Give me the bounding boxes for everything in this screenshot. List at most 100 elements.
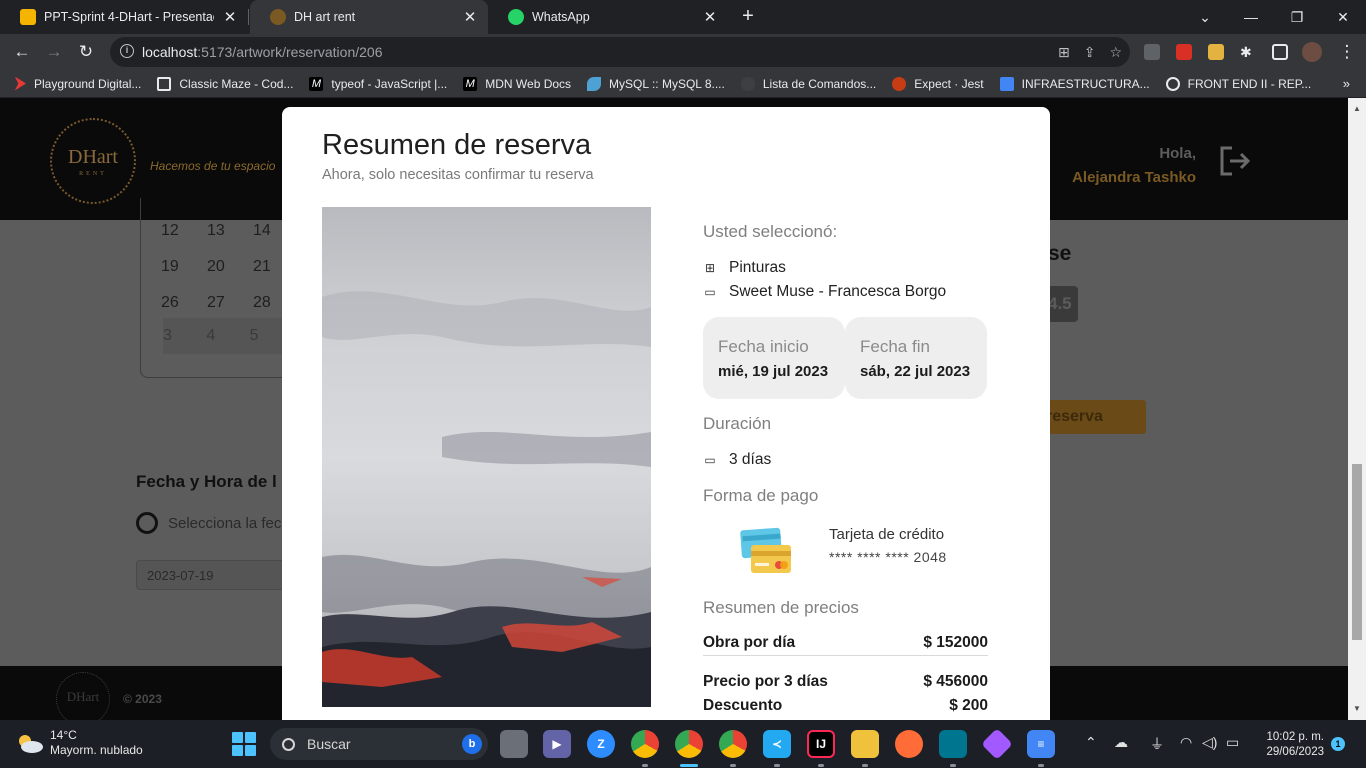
mdn-icon: M xyxy=(309,76,324,91)
stopwatch-icon xyxy=(136,512,158,534)
profile-avatar[interactable] xyxy=(1302,42,1322,62)
tab-dh-art-rent[interactable]: DH art rent ✕ xyxy=(250,0,488,34)
extensions-puzzle-icon[interactable]: ✱ xyxy=(1240,44,1256,60)
reserve-button[interactable]: reserva xyxy=(1036,400,1146,434)
scroll-up-arrow-icon[interactable]: ▲ xyxy=(1353,104,1361,113)
bookmark-item[interactable]: INFRAESTRUCTURA... xyxy=(999,76,1150,91)
new-tab-plus-icon[interactable]: + xyxy=(738,6,758,26)
extension-yellow-icon[interactable] xyxy=(1208,44,1224,60)
bookmark-item[interactable]: Lista de Comandos... xyxy=(740,76,876,91)
forward-arrow-icon[interactable]: → xyxy=(41,39,67,65)
copyright: © 2023 xyxy=(123,692,162,706)
search-icon xyxy=(282,737,295,751)
notification-badge[interactable]: 1 xyxy=(1331,737,1345,751)
site-info-icon[interactable]: i xyxy=(120,44,134,58)
translate-icon[interactable]: ⊞ xyxy=(1058,44,1070,61)
microphone-icon[interactable]: ⏚ xyxy=(1150,734,1164,754)
archive-box-icon: ▭ xyxy=(704,285,716,299)
zoom-icon[interactable]: Z xyxy=(587,730,615,758)
extension-red-icon[interactable] xyxy=(1176,44,1192,60)
bookmark-item[interactable]: Mtypeof - JavaScript |... xyxy=(309,76,447,91)
running-indicator xyxy=(774,764,780,767)
price-row: Descuento $ 200 xyxy=(703,697,988,714)
modal-subtitle: Ahora, solo necesitas confirmar tu reser… xyxy=(322,167,594,183)
price-row: Obra por día $ 152000 xyxy=(703,634,988,651)
mysql-workbench-icon[interactable] xyxy=(939,730,967,758)
bookmarks-bar: Playground Digital... Classic Maze - Cod… xyxy=(0,70,1366,98)
bing-icon[interactable]: b xyxy=(462,734,482,754)
tab-search-chevron-icon[interactable]: ⌄ xyxy=(1182,0,1228,34)
calendar-week: 345 xyxy=(163,318,293,354)
duration-label: Duración xyxy=(703,414,772,433)
taskbar: 14°C Mayorm. nublado Buscar b ▶ Z ≺ IJ ≡… xyxy=(0,720,1366,768)
tab-presentation[interactable]: PPT-Sprint 4-DHart - Presentación ✕ xyxy=(0,0,248,34)
chrome-icon[interactable] xyxy=(719,730,747,758)
dhart-favicon-icon xyxy=(270,9,286,25)
minimize-icon[interactable]: — xyxy=(1228,0,1274,34)
volume-icon[interactable]: ◁) xyxy=(1202,734,1217,751)
bookmark-item[interactable]: Playground Digital... xyxy=(12,76,141,91)
chrome-profile-icon[interactable] xyxy=(675,730,703,758)
bookmark-item[interactable]: MySQL :: MySQL 8.... xyxy=(587,76,725,91)
close-tab-icon[interactable]: ✕ xyxy=(462,8,478,26)
taskbar-search[interactable]: Buscar b xyxy=(270,728,488,760)
maximize-icon[interactable]: ❐ xyxy=(1274,0,1320,34)
cloudy-weather-icon xyxy=(19,735,43,753)
bookmark-item[interactable]: M MDN Web Docs xyxy=(463,76,571,91)
address-bar[interactable]: i localhost:5173/artwork/reservation/206… xyxy=(110,37,1130,67)
playground-icon xyxy=(14,76,26,91)
extension-grey-icon[interactable] xyxy=(1144,44,1160,60)
running-indicator xyxy=(862,764,868,767)
bookmark-item[interactable]: FRONT END II - REP... xyxy=(1165,76,1311,91)
availability-calendar: 12 13 14 19 20 21 26 27 28 345 xyxy=(140,198,293,378)
onedrive-cloud-icon[interactable]: ☁ xyxy=(1114,734,1128,751)
reservation-summary-modal: Resumen de reserva Ahora, solo necesitas… xyxy=(282,107,1050,720)
chrome-icon[interactable] xyxy=(631,730,659,758)
date-input[interactable]: 2023-07-19 xyxy=(136,560,286,590)
notes-icon[interactable]: ≡ xyxy=(1027,730,1055,758)
bookmark-item[interactable]: Expect · Jest xyxy=(892,76,984,91)
bookmark-item[interactable]: Classic Maze - Cod... xyxy=(157,76,293,91)
side-panel-icon[interactable] xyxy=(1272,44,1288,60)
close-tab-icon[interactable]: ✕ xyxy=(702,8,718,26)
show-hidden-icons-chevron-icon[interactable]: ⌃ xyxy=(1085,734,1097,751)
share-icon[interactable]: ⇪ xyxy=(1084,44,1096,61)
weather-widget[interactable]: 14°C Mayorm. nublado xyxy=(16,728,143,758)
close-window-icon[interactable]: ✕ xyxy=(1320,0,1366,34)
teams-chat-icon[interactable]: ▶ xyxy=(543,730,571,758)
vscode-icon[interactable]: ≺ xyxy=(763,730,791,758)
calendar-week: 26 27 28 xyxy=(161,294,271,311)
docs-icon xyxy=(999,76,1014,91)
scrollbar-thumb[interactable] xyxy=(1352,464,1362,640)
system-clock[interactable]: 10:02 p. m. 29/06/2023 xyxy=(1258,730,1324,760)
back-arrow-icon[interactable]: ← xyxy=(9,39,35,65)
category-line: ⊞ Pinturas xyxy=(704,259,786,276)
category-grid-icon: ⊞ xyxy=(704,261,716,275)
scroll-down-arrow-icon[interactable]: ▼ xyxy=(1353,704,1361,713)
slides-icon xyxy=(20,9,36,25)
whatsapp-icon xyxy=(508,9,524,25)
bookmark-star-icon[interactable]: ☆ xyxy=(1109,44,1122,61)
price-row: Precio por 3 días $ 456000 xyxy=(703,673,988,690)
end-date-box: Fecha fin sáb, 22 jul 2023 xyxy=(845,317,987,399)
windows-start-icon[interactable] xyxy=(232,732,256,756)
maze-icon xyxy=(157,76,172,91)
postman-icon[interactable] xyxy=(895,730,923,758)
task-view-icon[interactable] xyxy=(500,730,528,758)
more-bookmarks-chevron-icon[interactable]: » xyxy=(1343,76,1350,91)
wifi-icon[interactable]: ◠ xyxy=(1180,734,1192,751)
mdn-icon: M xyxy=(463,76,478,91)
file-explorer-icon[interactable] xyxy=(851,730,879,758)
reload-icon[interactable]: ↻ xyxy=(73,39,99,65)
calendar-week: 19 20 21 xyxy=(161,258,271,275)
battery-icon[interactable]: ▭ xyxy=(1226,734,1239,751)
site-logo[interactable]: DHart RENT xyxy=(50,118,136,204)
price-divider xyxy=(703,655,988,656)
close-tab-icon[interactable]: ✕ xyxy=(222,8,238,26)
logout-icon[interactable] xyxy=(1218,144,1252,178)
intellij-icon[interactable]: IJ xyxy=(807,730,835,758)
git-icon[interactable] xyxy=(981,728,1013,760)
tab-whatsapp[interactable]: WhatsApp ✕ xyxy=(488,0,728,34)
page-scrollbar[interactable]: ▲ ▼ xyxy=(1348,98,1366,720)
menu-kebab-icon[interactable]: ⋮ xyxy=(1334,39,1360,65)
